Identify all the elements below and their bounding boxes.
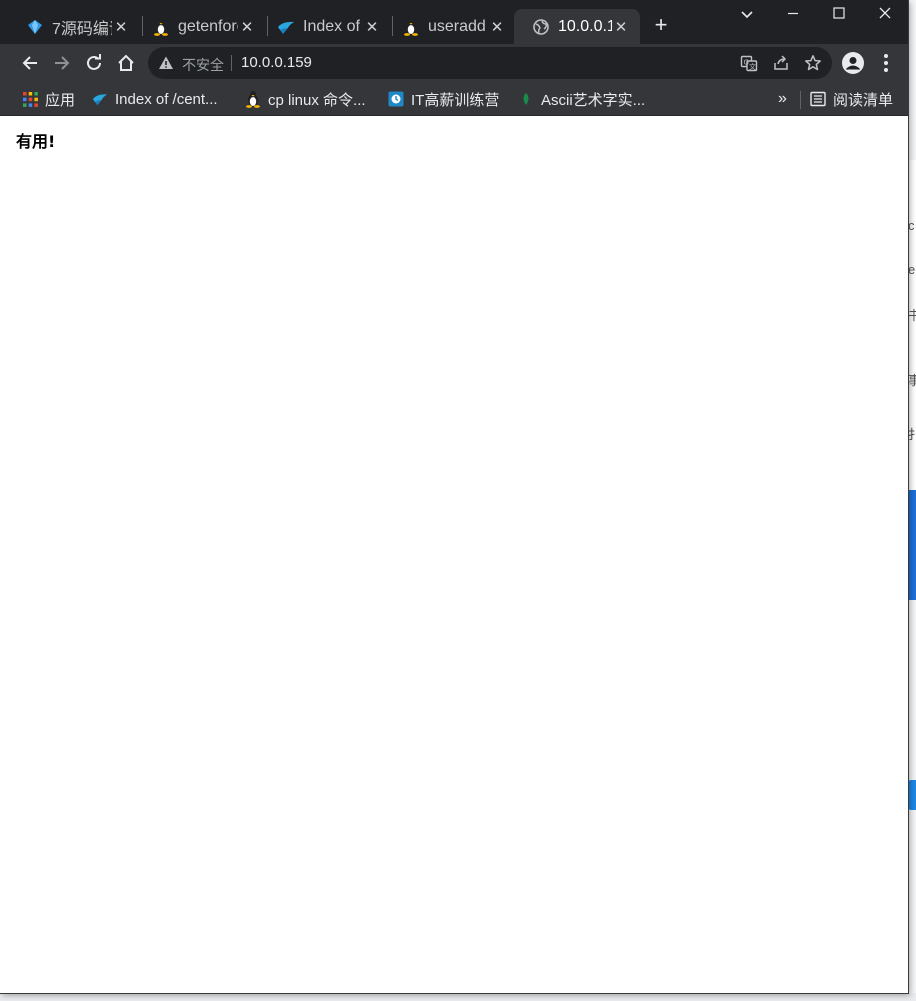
background-button xyxy=(908,780,916,810)
tab-title: useradd xyxy=(428,17,486,35)
bookmark-ascii-art[interactable]: Ascii艺术字实... xyxy=(518,88,645,110)
bookmark-apps[interactable]: 应用 xyxy=(22,88,75,110)
warning-triangle-icon[interactable] xyxy=(158,55,174,71)
tab-active-10-0-0-159[interactable]: 10.0.0.159 ✕ xyxy=(514,9,640,44)
bookmark-label: cp linux 命令... xyxy=(268,91,366,109)
bookmark-label: Index of /cent... xyxy=(115,90,218,108)
tab-title: 10.0.0.159 xyxy=(558,17,612,35)
leaf-icon xyxy=(518,91,534,107)
tab-search-button[interactable] xyxy=(736,6,758,26)
background-footer xyxy=(0,993,916,1001)
clock-square-icon xyxy=(388,91,404,107)
tab-title: 7源码编译 xyxy=(52,20,112,38)
diamond-icon xyxy=(26,18,44,36)
new-tab-button[interactable]: + xyxy=(650,14,672,36)
star-icon[interactable] xyxy=(803,53,823,73)
background-text: e xyxy=(908,262,916,277)
close-icon[interactable]: ✕ xyxy=(112,18,130,36)
url-text[interactable]: 10.0.0.159 xyxy=(241,54,312,71)
minimize-icon xyxy=(788,12,798,15)
back-button[interactable] xyxy=(18,51,42,75)
minimize-button[interactable] xyxy=(782,6,804,26)
background-text: c xyxy=(908,218,915,233)
reading-list-icon xyxy=(810,91,826,107)
close-window-button[interactable] xyxy=(874,6,896,26)
background-text: 事 xyxy=(908,373,916,388)
tab-useradd[interactable]: useradd ✕ xyxy=(384,9,516,44)
tab-strip: 7源码编译 ✕ getenforce ✕ Index of / ✕ userad… xyxy=(0,0,908,44)
page-heading: 有用! xyxy=(16,132,56,151)
reading-list-button[interactable]: 阅读清单 xyxy=(810,88,893,110)
address-divider xyxy=(231,55,232,71)
profile-avatar-button[interactable] xyxy=(842,52,864,74)
reading-list-label: 阅读清单 xyxy=(833,91,894,109)
bookmarks-overflow-button[interactable]: » xyxy=(778,88,787,110)
background-banner xyxy=(908,490,916,600)
tab-getenforce[interactable]: getenforce ✕ xyxy=(134,9,266,44)
bookmark-index-of-centos[interactable]: Index of /cent... xyxy=(92,88,218,110)
bird-icon xyxy=(277,18,295,36)
translate-icon[interactable]: G文 xyxy=(739,53,759,73)
tab-source-compile[interactable]: 7源码编译 ✕ xyxy=(8,9,140,44)
bird-icon xyxy=(92,91,108,107)
bookmark-label: Ascii艺术字实... xyxy=(541,91,646,109)
arrow-right-icon xyxy=(55,56,70,70)
reload-icon xyxy=(87,54,101,70)
reload-button[interactable] xyxy=(82,51,106,75)
browser-menu-button[interactable] xyxy=(878,53,894,73)
tab-title: Index of / xyxy=(303,17,363,35)
home-icon xyxy=(118,54,134,71)
close-icon[interactable]: ✕ xyxy=(238,18,256,36)
apps-grid-icon xyxy=(22,91,38,107)
browser-toolbar: 不安全 10.0.0.159 G文 xyxy=(0,44,908,82)
svg-text:文: 文 xyxy=(749,62,756,71)
bookmark-label: IT高薪训练营 xyxy=(411,91,500,109)
background-text: 扌 xyxy=(908,427,916,442)
dot-icon xyxy=(884,61,888,65)
page-viewport: 有用! xyxy=(0,116,908,993)
share-icon[interactable] xyxy=(771,53,791,73)
close-icon xyxy=(879,7,891,19)
background-text: 书 xyxy=(908,308,916,323)
forward-button[interactable] xyxy=(50,51,74,75)
chevron-down-icon xyxy=(741,11,753,19)
tab-title: getenforce xyxy=(178,17,238,35)
maximize-button[interactable] xyxy=(828,6,850,26)
arrow-left-icon xyxy=(22,56,37,70)
tab-index-of[interactable]: Index of / ✕ xyxy=(259,9,391,44)
bookmark-label: 应用 xyxy=(45,91,76,109)
close-icon[interactable]: ✕ xyxy=(488,18,506,36)
tux-icon xyxy=(245,90,261,108)
globe-icon xyxy=(532,18,550,36)
dot-icon xyxy=(884,54,888,58)
maximize-icon xyxy=(833,7,845,19)
bookmark-cp-linux[interactable]: cp linux 命令... xyxy=(245,88,366,110)
tux-icon xyxy=(152,18,170,36)
close-icon[interactable]: ✕ xyxy=(363,18,381,36)
bookmarks-divider xyxy=(800,91,801,109)
tux-icon xyxy=(402,18,420,36)
dot-icon xyxy=(884,68,888,72)
address-bar[interactable]: 不安全 10.0.0.159 G文 xyxy=(148,47,832,79)
close-icon[interactable]: ✕ xyxy=(612,18,630,36)
person-icon xyxy=(845,57,861,71)
not-secure-label[interactable]: 不安全 xyxy=(182,55,224,75)
home-button[interactable] xyxy=(114,51,138,75)
browser-window: 7源码编译 ✕ getenforce ✕ Index of / ✕ userad… xyxy=(0,0,908,993)
bookmarks-bar: 应用 Index of /cent... cp linux 命令... IT高薪… xyxy=(0,82,908,116)
bookmark-it-training[interactable]: IT高薪训练营 xyxy=(388,88,499,110)
